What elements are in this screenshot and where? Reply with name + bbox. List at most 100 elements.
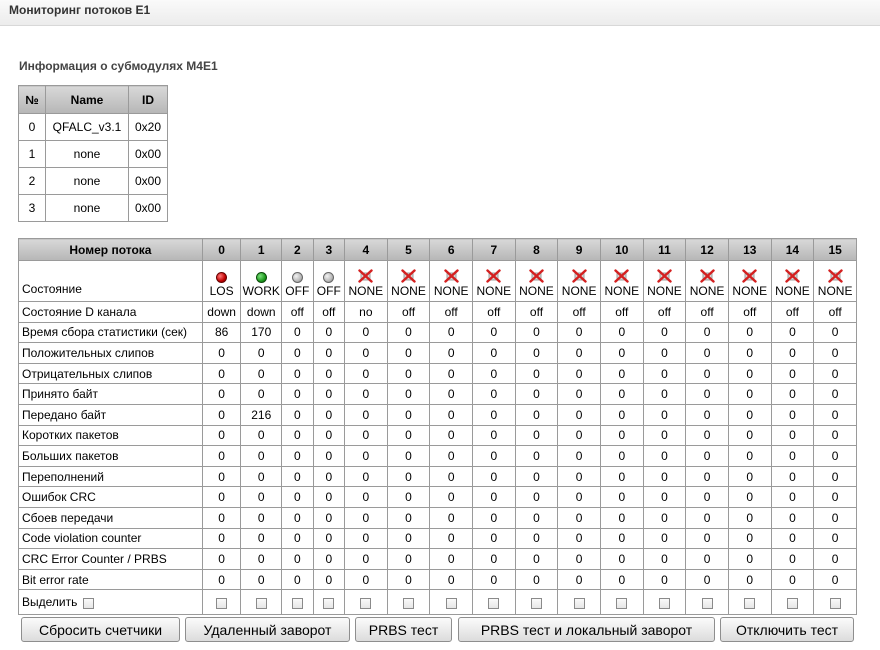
state-cell: NONE <box>514 260 559 302</box>
table-cell: 0 <box>813 403 857 426</box>
table-cell: 0 <box>642 321 687 344</box>
stream-checkbox-5[interactable] <box>403 597 415 609</box>
cross-icon <box>614 268 629 283</box>
select-all-checkbox[interactable] <box>83 597 95 609</box>
stream-checkbox-7[interactable] <box>488 597 500 609</box>
streams-header-row: Номер потока 0 1 2 3 4 5 6 7 8 9 10 11 12 13 14 15 <box>18 238 857 261</box>
stream-checkbox-12[interactable] <box>701 597 713 609</box>
table-cell: 0 <box>770 486 815 508</box>
table-row: Время сбора статистики (сек) 86 170 0 0 0 0 0 0 0… <box>18 321 857 344</box>
table-cell: 0 <box>312 465 346 488</box>
submodule-name: QFALC_v3.1 <box>45 113 129 141</box>
table-cell: 0 <box>599 321 644 344</box>
cross-icon <box>742 268 757 283</box>
table-cell: 0 <box>386 424 431 447</box>
table-cell: 0 <box>472 568 516 591</box>
state-indicator: NONE <box>601 265 642 298</box>
state-text: NONE <box>476 283 512 298</box>
table-cell: 0 <box>727 321 772 344</box>
table-cell: 0 <box>813 465 857 488</box>
table-cell: 0 <box>429 424 473 447</box>
table-cell: 0 <box>472 486 516 508</box>
table-cell: 0 <box>727 383 772 405</box>
table-row: 0 QFALC_v3.1 0x20 <box>18 113 168 141</box>
table-cell: down <box>240 301 283 323</box>
state-text: NONE <box>732 283 768 298</box>
stream-checkbox-13[interactable] <box>744 597 756 609</box>
stream-checkbox-4[interactable] <box>360 597 372 609</box>
table-cell: 0 <box>514 506 559 529</box>
stream-checkbox-15[interactable] <box>829 597 841 609</box>
stream-number-11: 11 <box>642 238 687 261</box>
stream-checkbox-2[interactable] <box>291 597 303 609</box>
table-cell: 0 <box>514 362 559 385</box>
stream-number-13: 13 <box>727 238 772 261</box>
stream-checkbox-3[interactable] <box>323 597 335 609</box>
table-cell: 0 <box>642 445 687 467</box>
disable-test-button[interactable]: Отключить тест <box>720 617 854 642</box>
submodule-name: none <box>45 194 129 222</box>
table-cell: 0 <box>557 506 601 529</box>
table-cell: 0 <box>642 362 687 385</box>
stream-checkbox-10[interactable] <box>616 597 628 609</box>
table-cell: off <box>727 301 772 323</box>
submodule-id: 0x20 <box>128 113 168 141</box>
table-cell: 0 <box>201 342 242 364</box>
reset-counters-button[interactable]: Сбросить счетчики <box>21 617 180 642</box>
stream-number-15: 15 <box>813 238 857 261</box>
table-cell: 0 <box>281 527 314 550</box>
select-cell <box>599 589 644 616</box>
table-cell: 0 <box>557 403 601 426</box>
stream-number-14: 14 <box>770 238 815 261</box>
table-row: 3 none 0x00 <box>18 194 168 222</box>
stream-checkbox-11[interactable] <box>658 597 670 609</box>
table-cell: 0 <box>386 486 431 508</box>
select-cell <box>727 589 772 616</box>
table-cell: 0 <box>312 527 346 550</box>
submodules-header-row: № Name ID <box>18 85 168 114</box>
table-row: Коротких пакетов 0 0 0 0 0 0 0 0 0 0 0 0 0 0 0 0 <box>18 424 857 447</box>
table-cell: 0 <box>312 506 346 529</box>
table-cell: 0 <box>727 465 772 488</box>
table-cell: 0 <box>201 506 242 529</box>
table-cell: 0 <box>514 424 559 447</box>
stream-checkbox-9[interactable] <box>573 597 585 609</box>
table-row: Передано байт 0 216 0 0 0 0 0 0 0 0 0 0 0 0 0 0 <box>18 403 857 426</box>
stream-checkbox-6[interactable] <box>445 597 457 609</box>
stream-checkbox-0[interactable] <box>216 597 228 609</box>
stream-checkbox-8[interactable] <box>530 597 542 609</box>
select-cell <box>344 589 388 616</box>
table-cell: 0 <box>344 362 388 385</box>
row-label: Принято байт <box>18 383 203 405</box>
row-label: Больших пакетов <box>18 445 203 467</box>
table-cell: 0 <box>770 465 815 488</box>
table-cell: 0 <box>429 445 473 467</box>
table-cell: 0 <box>281 486 314 508</box>
table-cell: off <box>281 301 314 323</box>
select-cell <box>557 589 601 616</box>
select-cell <box>770 589 815 616</box>
remote-loopback-button[interactable]: Удаленный заворот <box>185 617 350 642</box>
table-cell: 0 <box>813 445 857 467</box>
state-indicator: NONE <box>772 265 813 298</box>
table-cell: 0 <box>281 506 314 529</box>
table-cell: 0 <box>685 321 729 344</box>
select-cell <box>281 589 314 616</box>
stream-checkbox-14[interactable] <box>786 597 798 609</box>
table-cell: 0 <box>312 568 346 591</box>
table-cell: 0 <box>429 506 473 529</box>
table-cell: 0 <box>472 362 516 385</box>
table-cell: off <box>770 301 815 323</box>
table-cell: 0 <box>642 383 687 405</box>
table-cell: 0 <box>201 445 242 467</box>
table-cell: 0 <box>386 362 431 385</box>
stream-number-2: 2 <box>281 238 314 261</box>
prbs-test-button[interactable]: PRBS тест <box>355 617 452 642</box>
table-cell: 0 <box>429 342 473 364</box>
table-cell: 0 <box>813 342 857 364</box>
stream-number-9: 9 <box>557 238 601 261</box>
stream-checkbox-1[interactable] <box>255 597 267 609</box>
state-text: NONE <box>348 283 384 298</box>
table-cell: 0 <box>281 362 314 385</box>
prbs-local-loopback-button[interactable]: PRBS тест и локальный заворот <box>458 617 715 642</box>
